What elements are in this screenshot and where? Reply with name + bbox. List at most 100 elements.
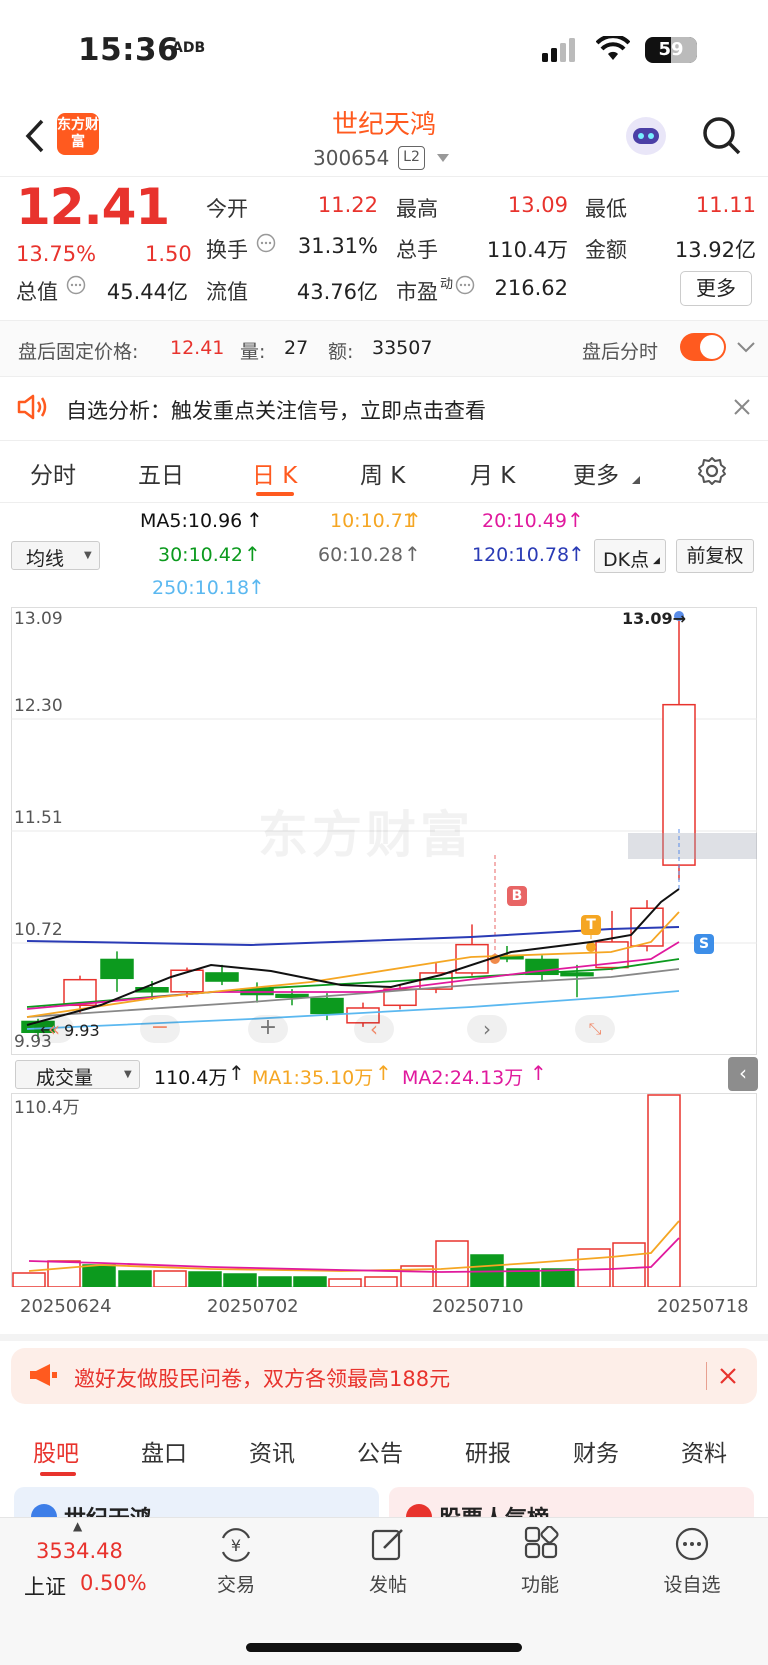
more-quote-button[interactable]: 更多 (680, 271, 752, 306)
zoom-out-button[interactable]: − (140, 1015, 180, 1043)
y-label-4: 10.72 (14, 920, 63, 940)
forum-card[interactable]: 世纪天鸿 (14, 1487, 379, 1517)
after-hours-toggle[interactable] (680, 333, 726, 361)
tab-weekly-k[interactable]: 周 K (360, 456, 405, 490)
trade-icon[interactable]: ¥ (217, 1528, 255, 1562)
close-icon[interactable] (734, 399, 750, 415)
arrow-up-icon: ↑ (248, 575, 265, 599)
popularity-card[interactable]: 股票人气榜 (389, 1487, 754, 1517)
arrow-up-icon: ↑ (375, 1061, 392, 1085)
forum-card-icon (31, 1504, 57, 1517)
volume-bar (541, 1268, 575, 1287)
sell-signal-badge[interactable]: S (694, 934, 714, 954)
after-hours-price-label: 盘后固定价格: (18, 341, 139, 363)
battery-level: 59 (658, 39, 684, 60)
change-amount: 1.50 (145, 242, 192, 266)
volume-bar (188, 1271, 222, 1287)
nav-add-watchlist[interactable]: 设自选 (637, 1570, 747, 1597)
low-label: 最低 (585, 197, 627, 221)
search-icon[interactable] (702, 116, 742, 156)
change-percent: 13.75% (16, 242, 97, 266)
tab-guba[interactable]: 股吧 (33, 1434, 79, 1468)
volume-y-label: 110.4万 (14, 1098, 80, 1118)
tab-research[interactable]: 研报 (465, 1434, 511, 1468)
volume-bar (12, 1272, 46, 1287)
tab-financials[interactable]: 财务 (573, 1434, 619, 1468)
candle-body (560, 972, 594, 977)
buy-signal-badge[interactable]: B (507, 886, 527, 906)
tab-five-day[interactable]: 五日 (138, 456, 184, 490)
arrow-up-icon: ↑ (568, 542, 585, 566)
tab-news[interactable]: 资讯 (249, 1434, 295, 1468)
chevron-down-icon[interactable] (736, 341, 756, 353)
pe-value: 216.62 (494, 276, 568, 300)
after-hours-chart-label: 盘后分时 (582, 341, 659, 363)
tab-daily-k[interactable]: 日 K (252, 456, 297, 490)
volume-bar (328, 1278, 362, 1287)
scroll-left-button[interactable]: ‹ (354, 1015, 394, 1043)
price-adjust-button[interactable]: 前复权 (676, 539, 754, 573)
close-icon[interactable] (720, 1368, 736, 1384)
t-signal-badge[interactable]: T (581, 915, 601, 935)
market-cap-label: 总值 (16, 280, 58, 304)
date-label-1: 20250624 (20, 1296, 112, 1317)
tab-profile[interactable]: 资料 (681, 1434, 727, 1468)
speaker-icon (17, 394, 47, 420)
caret-up-icon[interactable]: ▲ (73, 1519, 82, 1533)
current-price: 12.41 (16, 178, 170, 236)
turnover-value: 31.31% (297, 234, 378, 258)
level2-badge[interactable]: L2 (398, 146, 425, 170)
volume-bar (153, 1270, 187, 1287)
tab-announcements[interactable]: 公告 (357, 1434, 403, 1468)
collapse-panel-button[interactable]: ‹ (728, 1057, 758, 1091)
arrow-up-icon: ↑ (405, 508, 422, 532)
tab-monthly-k[interactable]: 月 K (470, 456, 515, 490)
home-indicator (246, 1643, 522, 1652)
promo-text[interactable]: 邀好友做股民问卷，双方各领最高188元 (74, 1363, 450, 1393)
settings-icon[interactable] (697, 456, 727, 486)
info-icon[interactable] (256, 233, 276, 253)
scroll-right-button[interactable]: › (467, 1015, 507, 1043)
status-time: 15:36 (78, 32, 180, 68)
candle-body (100, 958, 134, 980)
fullscreen-button[interactable]: ⤡ (575, 1015, 615, 1043)
arrow-up-icon: ↑ (567, 508, 584, 532)
svg-text:¥: ¥ (231, 1536, 241, 1555)
notice-text[interactable]: 自选分析：触发重点关注信号，立即点击查看 (66, 395, 486, 425)
after-hours-amt: 33507 (372, 337, 433, 359)
amount-label: 金额 (585, 238, 627, 262)
indicator-selector[interactable]: 成交量 ▼ (15, 1060, 140, 1089)
functions-icon[interactable] (523, 1526, 559, 1562)
tab-intraday[interactable]: 分时 (30, 456, 76, 490)
turnover-label: 换手 (206, 238, 248, 262)
dk-point-button[interactable]: DK点 ◢ (594, 539, 666, 573)
dropdown-caret-icon[interactable] (437, 154, 449, 162)
zoom-in-button[interactable]: + (248, 1015, 288, 1043)
index-name[interactable]: 上证 (24, 1571, 66, 1601)
post-icon[interactable] (370, 1526, 406, 1562)
high-label: 最高 (396, 197, 438, 221)
ma60-value: 60:10.28 (318, 544, 403, 566)
nav-functions[interactable]: 功能 (485, 1570, 595, 1597)
scroll-left-fast-button[interactable]: « (34, 1015, 74, 1043)
nav-trade[interactable]: 交易 (181, 1570, 291, 1597)
nav-post[interactable]: 发帖 (333, 1570, 443, 1597)
open-value: 11.22 (317, 193, 378, 217)
volume-bar (258, 1276, 292, 1287)
info-icon[interactable] (455, 275, 475, 295)
popularity-card-title: 股票人气榜 (439, 1501, 549, 1517)
adb-badge: ADB (172, 40, 206, 56)
amount-value: 13.92亿 (674, 238, 756, 262)
index-change[interactable]: 0.50% (80, 1571, 147, 1595)
tab-order-book[interactable]: 盘口 (141, 1434, 187, 1468)
index-value[interactable]: 3534.48 (36, 1539, 123, 1563)
tab-more[interactable]: 更多 (573, 456, 619, 490)
info-icon[interactable] (66, 275, 86, 295)
volume-ma1: MA1:35.10万 (252, 1067, 374, 1089)
add-watchlist-icon[interactable] (674, 1526, 710, 1562)
volume-chart[interactable] (11, 1093, 757, 1287)
robot-assistant-icon[interactable] (626, 117, 666, 155)
ma-selector[interactable]: 均线 ▼ (11, 541, 100, 570)
y-label-2: 12.30 (14, 696, 63, 716)
volume-label: 总手 (396, 238, 438, 262)
